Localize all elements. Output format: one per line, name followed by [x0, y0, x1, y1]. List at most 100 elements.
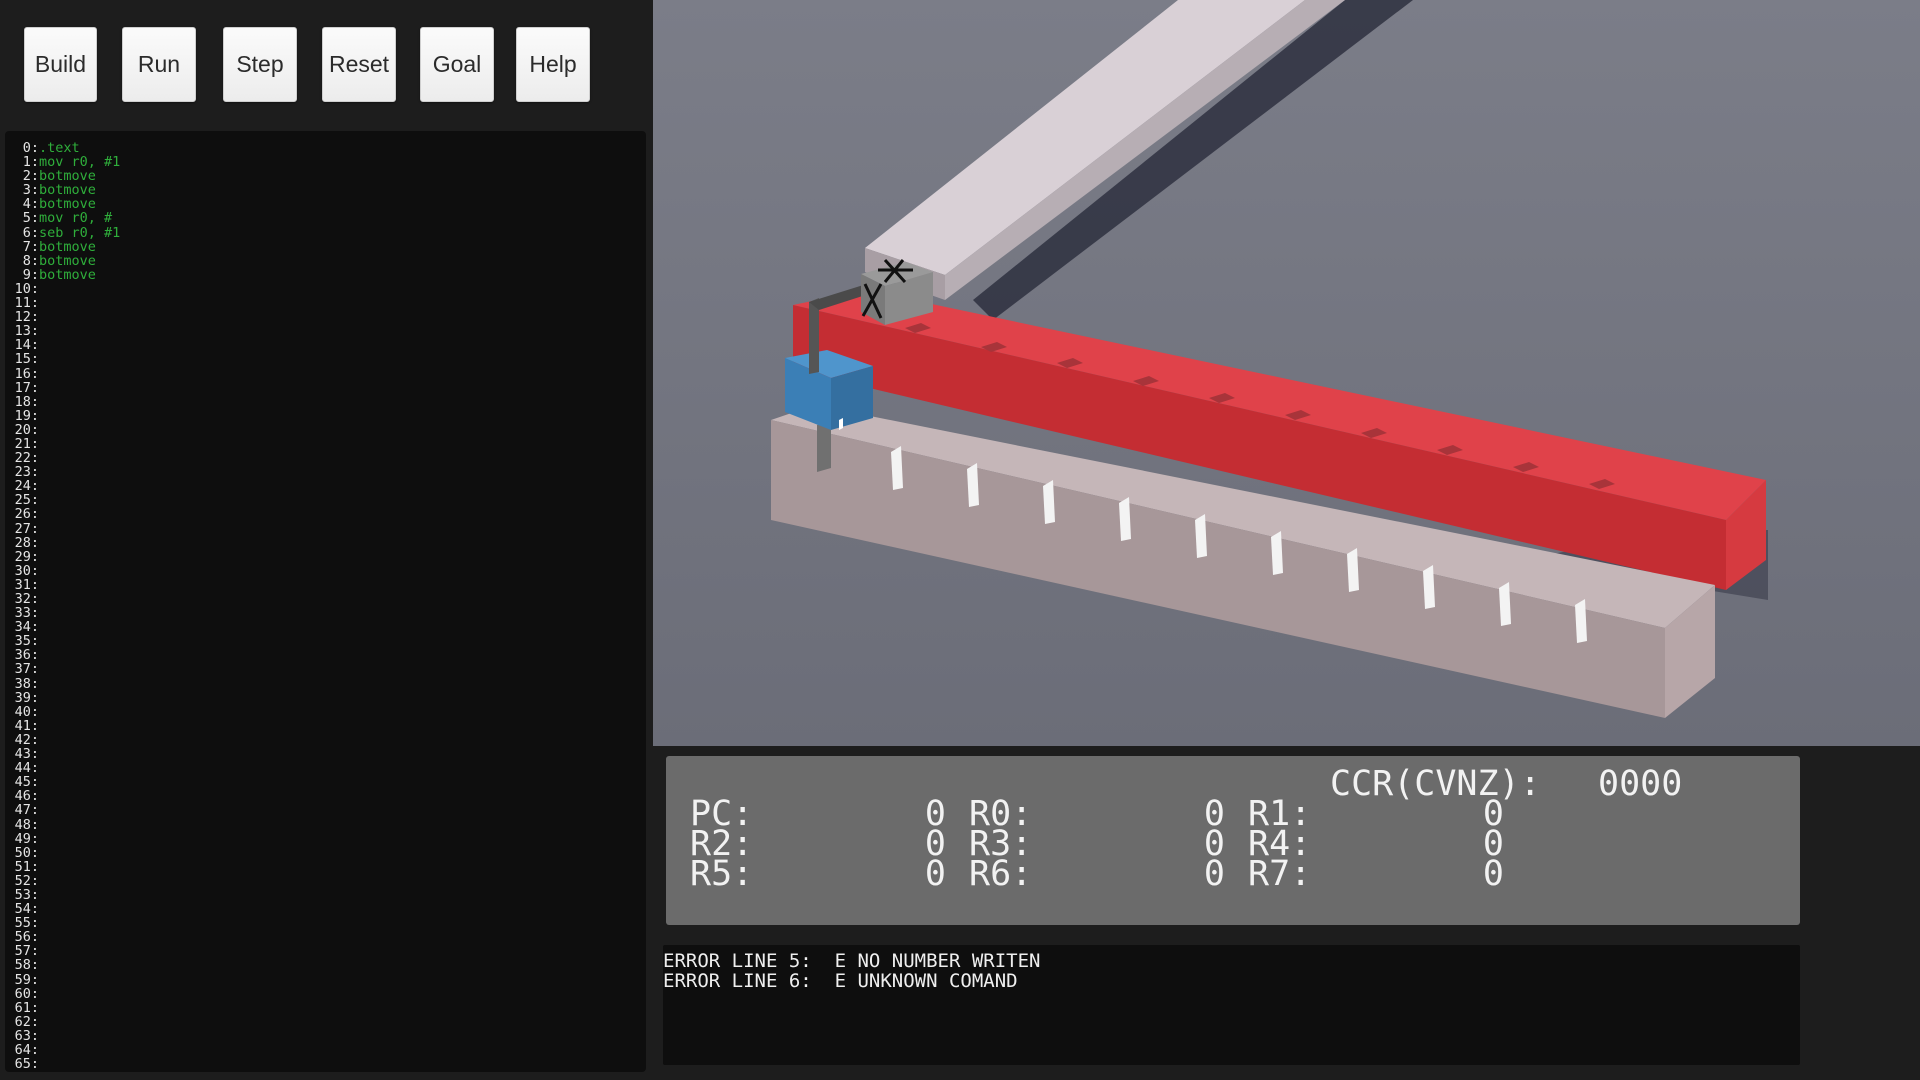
code-line[interactable]: 33:: [5, 606, 120, 620]
line-number: 1:: [22, 154, 39, 171]
code-line[interactable]: 37:: [5, 662, 120, 676]
register-label: R5:: [690, 854, 754, 894]
code-line[interactable]: 63:: [5, 1029, 120, 1043]
code-line[interactable]: 39:: [5, 691, 120, 705]
code-line[interactable]: 21:: [5, 437, 120, 451]
code-line[interactable]: 16:: [5, 366, 120, 380]
run-button[interactable]: Run: [122, 27, 196, 102]
line-number: 29:: [14, 548, 39, 565]
code-line[interactable]: 38:: [5, 675, 120, 692]
line-number: 55:: [14, 915, 39, 932]
code-line[interactable]: 60:: [5, 987, 120, 1001]
line-number: 38:: [14, 675, 39, 692]
line-number: 65:: [14, 1056, 39, 1072]
code-line[interactable]: 28:: [5, 536, 120, 550]
code-line[interactable]: 51:: [5, 860, 120, 874]
code-line[interactable]: 14:: [5, 338, 120, 352]
code-line[interactable]: 27:: [5, 521, 120, 535]
code-line[interactable]: 2: botmove: [5, 169, 120, 183]
code-line[interactable]: 7: botmove: [5, 240, 120, 254]
code-line[interactable]: 43:: [5, 747, 120, 761]
line-number: 51:: [14, 858, 39, 875]
code-line[interactable]: 12:: [5, 310, 120, 324]
line-number: 22:: [14, 450, 39, 467]
code-line[interactable]: 23:: [5, 465, 120, 479]
line-number: 20:: [14, 421, 39, 438]
code-line[interactable]: 35:: [5, 634, 120, 648]
code-line[interactable]: 5: mov r0, #: [5, 211, 120, 225]
code-line[interactable]: 40:: [5, 705, 120, 719]
line-number: 4:: [22, 196, 39, 213]
line-number: 8:: [22, 252, 39, 269]
code-editor[interactable]: 0: .text 1: mov r0, #1 2: botmove 3: botmove 4: b…: [5, 131, 646, 1072]
line-number: 28:: [14, 534, 39, 551]
code-line[interactable]: 18:: [5, 395, 120, 409]
code-line[interactable]: 56:: [5, 930, 120, 944]
3d-viewport[interactable]: [653, 0, 1920, 746]
code-line[interactable]: 8: botmove: [5, 254, 120, 268]
line-number: 11:: [14, 295, 39, 312]
code-line[interactable]: 59:: [5, 972, 120, 986]
code-line[interactable]: 53:: [5, 888, 120, 902]
code-line[interactable]: 32:: [5, 592, 120, 606]
code-line[interactable]: 41:: [5, 719, 120, 733]
code-line[interactable]: 52:: [5, 874, 120, 888]
goal-button[interactable]: Goal: [420, 27, 494, 102]
code-text: seb r0, #1: [39, 224, 121, 241]
line-number: 39:: [14, 689, 39, 706]
code-line[interactable]: 65:: [5, 1057, 120, 1071]
code-line[interactable]: 20:: [5, 423, 120, 437]
code-line[interactable]: 26:: [5, 507, 120, 521]
reset-button[interactable]: Reset: [322, 27, 396, 102]
code-line[interactable]: 61:: [5, 1001, 120, 1015]
code-line[interactable]: 0: .text: [5, 141, 120, 155]
code-line[interactable]: 15:: [5, 352, 120, 366]
code-line[interactable]: 64:: [5, 1043, 120, 1057]
code-line[interactable]: 17:: [5, 380, 120, 394]
line-number: 62:: [14, 1013, 39, 1030]
help-button[interactable]: Help: [516, 27, 590, 102]
code-line[interactable]: 1: mov r0, #1: [5, 154, 121, 171]
ccr-value: 0000: [1598, 764, 1683, 804]
step-button[interactable]: Step: [223, 27, 297, 102]
code-line[interactable]: 24:: [5, 479, 120, 493]
line-number: 0:: [22, 140, 39, 156]
code-line[interactable]: 50:: [5, 846, 120, 860]
code-line[interactable]: 62:: [5, 1015, 120, 1029]
code-line[interactable]: 4: botmove: [5, 197, 120, 211]
code-line[interactable]: 22:: [5, 451, 120, 465]
line-number: 49:: [14, 830, 39, 847]
code-line[interactable]: 44:: [5, 761, 120, 775]
code-line[interactable]: 57:: [5, 944, 120, 958]
line-number: 3:: [22, 182, 39, 199]
register-panel: CCR(CVNZ): 0000 PC: 0 R0: 0 R1: 0 R2: 0 R3: 0 R4: 0…: [666, 756, 1800, 925]
toolbar: Build Run Step Reset Goal Help: [0, 0, 653, 130]
code-line[interactable]: 54:: [5, 902, 120, 916]
code-line[interactable]: 47:: [5, 803, 120, 817]
code-line[interactable]: 34:: [5, 620, 120, 634]
code-line[interactable]: 42:: [5, 733, 120, 747]
build-button[interactable]: Build: [24, 27, 97, 102]
ccr-line: CCR(CVNZ): 0000: [666, 766, 1800, 910]
code-line[interactable]: 3: botmove: [5, 183, 120, 197]
register-value: 0: [924, 854, 946, 894]
code-line[interactable]: 31:: [5, 578, 120, 592]
code-line[interactable]: 45:: [5, 775, 120, 789]
code-text: .text: [39, 140, 80, 156]
code-line[interactable]: 58:: [5, 958, 120, 972]
code-line[interactable]: 10:: [5, 282, 120, 296]
register-value: 0: [1482, 854, 1504, 894]
code-line[interactable]: 19:: [5, 409, 120, 423]
code-line[interactable]: 48:: [5, 817, 120, 831]
code-line[interactable]: 46:: [5, 789, 120, 803]
code-line[interactable]: 11:: [5, 296, 120, 310]
code-line[interactable]: 6: seb r0, #1: [5, 224, 121, 241]
code-line[interactable]: 55:: [5, 916, 120, 930]
code-line[interactable]: 36:: [5, 648, 120, 662]
code-line[interactable]: 49:: [5, 830, 120, 847]
code-line[interactable]: 29:: [5, 550, 120, 564]
code-line[interactable]: 25:: [5, 493, 120, 507]
code-line[interactable]: 9: botmove: [5, 268, 120, 282]
code-line[interactable]: 13:: [5, 324, 120, 338]
code-line[interactable]: 30:: [5, 564, 120, 578]
